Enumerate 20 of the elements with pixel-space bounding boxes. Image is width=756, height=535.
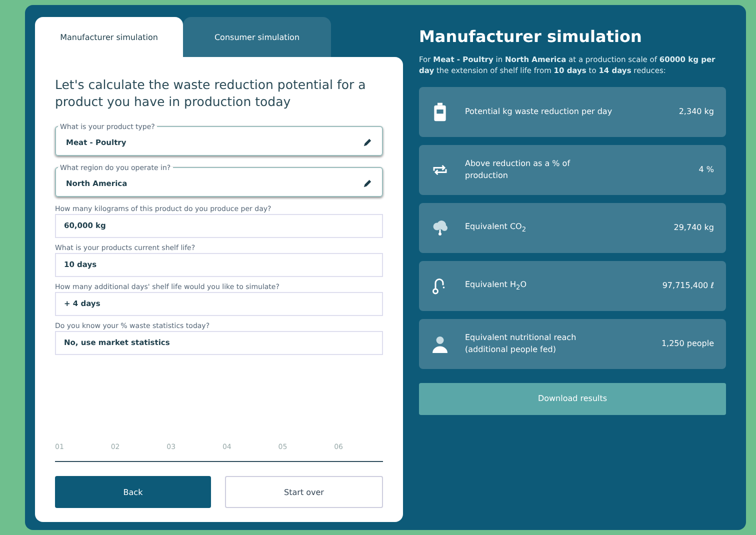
back-button[interactable]: Back: [55, 476, 211, 508]
tab[interactable]: Manufacturer simulation: [35, 17, 183, 57]
result-label: Equivalent H$_{2}$O: [465, 278, 528, 292]
pencil-icon: [363, 179, 372, 188]
result-value: 29,740 kg: [674, 223, 714, 232]
tab[interactable]: Consumer simulation: [183, 17, 331, 57]
form-heading: Let's calculate the waste reduction potential for a product you have in production today: [55, 77, 367, 111]
person-icon: [431, 334, 449, 354]
result-value: 2,340 kg: [678, 107, 714, 116]
result-label: Potential kg waste reduction per day: [465, 106, 614, 118]
result-label: Above reduction as a % of production: [465, 158, 572, 181]
result-value: 97,715,400 ℓ: [662, 281, 714, 290]
pencil-icon: [363, 138, 372, 148]
cloud-icon: [431, 218, 449, 238]
result-label: Equivalent nutritional reach (additional people fed): [465, 332, 578, 355]
result-label: Equivalent CO$_{2}$: [465, 220, 528, 234]
start-over-button[interactable]: Start over: [225, 476, 383, 508]
results-title: Manufacturer simulation: [419, 27, 643, 46]
result-value: 1,250 people: [661, 339, 714, 348]
result-value: 4 %: [698, 165, 714, 174]
